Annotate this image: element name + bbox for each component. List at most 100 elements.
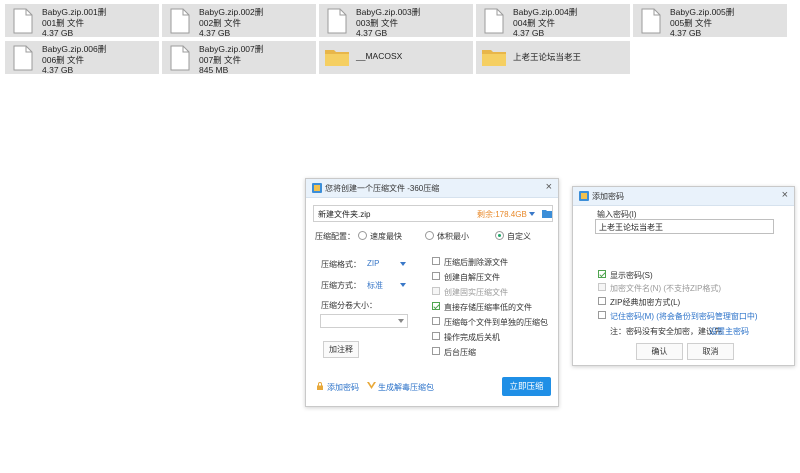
- compress-dialog: 您将创建一个压缩文件 -360压缩 × 新建文件夹.zip 剩余:178.4GB…: [305, 178, 559, 407]
- compress-dialog-title: 您将创建一个压缩文件 -360压缩: [325, 184, 440, 193]
- option-checkbox[interactable]: [432, 257, 440, 265]
- file-size: 4.37 GB: [356, 28, 388, 38]
- option-label[interactable]: 后台压缩: [444, 347, 476, 358]
- filename-field[interactable]: 新建文件夹.zip 剩余:178.4GB: [313, 205, 553, 222]
- file-tile[interactable]: BabyG.zip.006删 006删 文件 4.37 GB: [5, 41, 159, 75]
- file-type: 004删 文件: [513, 17, 556, 28]
- antivirus-icon: [367, 382, 376, 389]
- option-checkbox[interactable]: [432, 332, 440, 340]
- radio-smallest[interactable]: [425, 231, 434, 240]
- password-dialog: 添加密码 × 输入密码(I) 上老王论坛当老王 显示密码(S) 加密文件名(N)…: [572, 186, 795, 366]
- remember-password-checkbox[interactable]: [598, 311, 606, 319]
- file-icon: [484, 8, 504, 34]
- file-name: BabyG.zip.006删: [42, 44, 107, 54]
- zip-classic-label[interactable]: ZIP经典加密方式(L): [610, 297, 680, 308]
- filename-input[interactable]: 新建文件夹.zip: [318, 209, 370, 220]
- option-label[interactable]: 操作完成后关机: [444, 332, 500, 343]
- folder-icon: [482, 50, 506, 66]
- file-icon: [170, 45, 190, 71]
- method-dropdown-icon[interactable]: [400, 283, 406, 287]
- file-name: BabyG.zip.007删: [199, 44, 264, 54]
- split-size-label: 压缩分卷大小：: [321, 301, 377, 310]
- file-name: BabyG.zip.003删: [356, 7, 421, 17]
- file-icon: [13, 45, 33, 71]
- file-tile[interactable]: BabyG.zip.002删 002删 文件 4.37 GB: [162, 4, 316, 38]
- radio-custom[interactable]: [495, 231, 504, 240]
- option-label[interactable]: 创建自解压文件: [444, 272, 500, 283]
- option-checkbox[interactable]: [432, 272, 440, 280]
- option-checkbox[interactable]: [432, 287, 440, 295]
- file-type: 006删 文件: [42, 54, 85, 65]
- file-type: 002删 文件: [199, 17, 242, 28]
- file-icon: [170, 8, 190, 34]
- password-dialog-titlebar: 添加密码 ×: [573, 187, 794, 206]
- format-label: 压缩格式：: [321, 260, 361, 269]
- folder-tile[interactable]: __MACOSX: [319, 41, 473, 74]
- file-type: 007删 文件: [199, 54, 242, 65]
- split-size-select[interactable]: [320, 314, 408, 328]
- show-password-checkbox[interactable]: [598, 270, 606, 278]
- format-select[interactable]: ZIP: [367, 259, 379, 268]
- option-label[interactable]: 直接存储压缩率低的文件: [444, 302, 532, 313]
- close-icon[interactable]: ×: [782, 189, 788, 201]
- file-tile[interactable]: BabyG.zip.001删 001删 文件 4.37 GB: [5, 4, 159, 38]
- close-icon[interactable]: ×: [546, 181, 552, 193]
- file-size: 845 MB: [199, 65, 229, 75]
- file-tile[interactable]: BabyG.zip.003删 003删 文件 4.37 GB: [319, 4, 473, 38]
- 360zip-app-icon: [312, 183, 322, 193]
- browse-folder-icon[interactable]: [542, 209, 552, 218]
- option-checkbox[interactable]: [432, 347, 440, 355]
- file-type: 003删 文件: [356, 17, 399, 28]
- compress-now-button[interactable]: 立即压缩: [502, 377, 551, 396]
- 360zip-app-icon: [579, 191, 589, 201]
- password-input[interactable]: 上老王论坛当老王: [595, 219, 774, 234]
- file-name: BabyG.zip.001删: [42, 7, 107, 17]
- radio-smallest-label[interactable]: 体积最小: [437, 231, 469, 242]
- ok-button[interactable]: 确认: [636, 343, 683, 360]
- option-label[interactable]: 压缩每个文件到单独的压缩包: [444, 317, 548, 328]
- zip-classic-checkbox[interactable]: [598, 297, 606, 305]
- remaining-space: 剩余:178.4GB: [477, 210, 527, 219]
- file-tile[interactable]: BabyG.zip.007删 007删 文件 845 MB: [162, 41, 316, 75]
- folder-name: 上老王论坛当老王: [513, 52, 582, 62]
- folder-icon: [325, 50, 349, 66]
- encrypt-filenames-label[interactable]: 加密文件名(N) (不支持ZIP格式): [610, 283, 721, 294]
- option-label[interactable]: 压缩后删除源文件: [444, 257, 508, 268]
- antivirus-package-link[interactable]: 生成解毒压缩包: [378, 382, 434, 393]
- password-dialog-title: 添加密码: [592, 192, 624, 201]
- password-note: 注：密码没有安全加密，建议先: [610, 327, 722, 336]
- option-label[interactable]: 创建固实压缩文件: [444, 287, 508, 298]
- method-select[interactable]: 标准: [367, 280, 383, 291]
- file-size: 4.37 GB: [42, 65, 74, 75]
- file-type: 001删 文件: [42, 17, 85, 28]
- compress-dialog-titlebar: 您将创建一个压缩文件 -360压缩 ×: [306, 179, 558, 198]
- option-checkbox[interactable]: [432, 317, 440, 325]
- config-label: 压缩配置：: [315, 232, 355, 241]
- radio-fastest-label[interactable]: 速度最快: [370, 231, 402, 242]
- file-icon: [641, 8, 661, 34]
- split-dropdown-icon[interactable]: [398, 319, 404, 323]
- file-name: BabyG.zip.004删: [513, 7, 578, 17]
- encrypt-filenames-checkbox[interactable]: [598, 283, 606, 291]
- format-dropdown-icon[interactable]: [400, 262, 406, 266]
- lock-icon: [317, 382, 323, 390]
- file-tile[interactable]: BabyG.zip.004删 004删 文件 4.37 GB: [476, 4, 630, 38]
- file-size: 4.37 GB: [513, 28, 545, 38]
- radio-custom-label[interactable]: 自定义: [507, 231, 531, 242]
- password-value[interactable]: 上老王论坛当老王: [599, 222, 663, 233]
- file-icon: [13, 8, 33, 34]
- folder-tile[interactable]: 上老王论坛当老王: [476, 41, 630, 74]
- option-checkbox[interactable]: [432, 302, 440, 310]
- file-name: BabyG.zip.005删: [670, 7, 735, 17]
- set-master-password-link[interactable]: 设置主密码: [709, 326, 749, 337]
- file-tile[interactable]: BabyG.zip.005删 005删 文件 4.37 GB: [633, 4, 787, 38]
- method-label: 压缩方式：: [321, 281, 361, 290]
- add-comment-button[interactable]: 加注释: [323, 341, 359, 358]
- show-password-label[interactable]: 显示密码(S): [610, 270, 653, 281]
- radio-fastest[interactable]: [358, 231, 367, 240]
- file-type: 005删 文件: [670, 17, 713, 28]
- add-password-link[interactable]: 添加密码: [327, 382, 359, 393]
- path-dropdown-icon[interactable]: [529, 212, 535, 216]
- remember-password-label[interactable]: 记住密码(M) (将会备份到密码管理窗口中): [610, 311, 758, 322]
- cancel-button[interactable]: 取消: [687, 343, 734, 360]
